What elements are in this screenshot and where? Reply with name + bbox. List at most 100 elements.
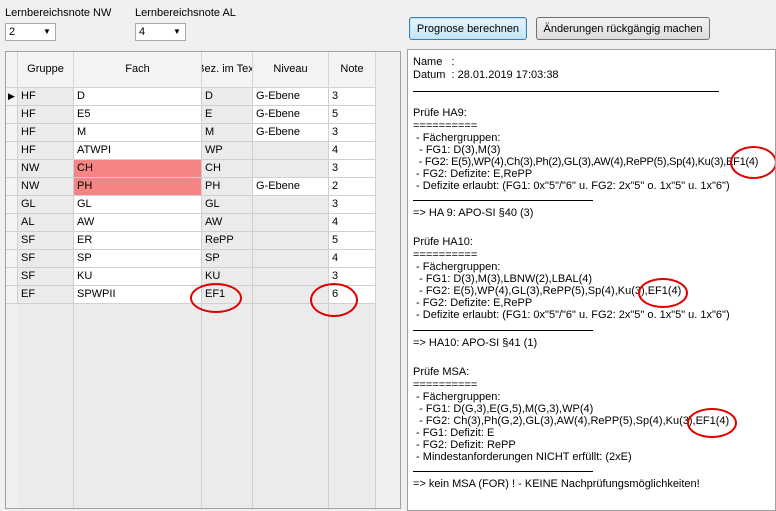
cell-note[interactable]: 3 [329,124,376,142]
row-selector[interactable] [6,250,18,268]
cell-bez[interactable]: M [202,124,253,142]
cell-gruppe[interactable]: HF [18,106,74,124]
ha10-result: => HA10: APO-SI §41 (1) [413,337,538,349]
cell-niveau[interactable]: G-Ebene [253,124,329,142]
cell-fach[interactable]: E5 [74,106,202,124]
cell-fach[interactable]: ATWPI [74,142,202,160]
cell-niveau[interactable] [253,232,329,250]
cell-note[interactable]: 4 [329,214,376,232]
cell-niveau[interactable] [253,250,329,268]
cell-note[interactable]: 3 [329,160,376,178]
cell-bez[interactable]: CH [202,160,253,178]
divider [413,471,593,472]
cell-note[interactable]: 2 [329,178,376,196]
cell-bez[interactable]: RePP [202,232,253,250]
msa-result: => kein MSA (FOR) ! - KEINE Nachprüfungs… [413,478,700,490]
grades-table[interactable]: Gruppe Fach Bez. im Text Niveau Note ▶HF… [5,51,401,509]
row-selector[interactable] [6,214,18,232]
row-selector[interactable] [6,178,18,196]
cell-gruppe[interactable]: HF [18,124,74,142]
cell-niveau[interactable] [253,214,329,232]
cell-fach[interactable]: GL [74,196,202,214]
row-selector[interactable] [6,268,18,286]
al-filter-value: 4 [139,26,146,38]
divider [413,330,593,331]
row-selector[interactable] [6,124,18,142]
prognose-button[interactable]: Prognose berechnen [409,17,527,40]
cell-fach[interactable]: AW [74,214,202,232]
empty-col-bez [202,304,253,508]
cell-gruppe[interactable]: SF [18,232,74,250]
cell-bez[interactable]: SP [202,250,253,268]
cell-niveau[interactable]: G-Ebene [253,106,329,124]
header-bez[interactable]: Bez. im Text [202,52,253,88]
cell-niveau[interactable] [253,142,329,160]
cell-note[interactable]: 5 [329,232,376,250]
header-note[interactable]: Note [329,52,376,88]
row-selector-header [6,52,18,88]
nw-filter-select[interactable]: 2 ▼ [5,23,56,41]
cell-bez[interactable]: AW [202,214,253,232]
cell-note[interactable]: 3 [329,88,376,106]
cell-gruppe[interactable]: SF [18,250,74,268]
row-selector[interactable]: ▶ [6,88,18,106]
header-fach[interactable]: Fach [74,52,202,88]
cell-bez[interactable]: D [202,88,253,106]
cell-fach[interactable]: SP [74,250,202,268]
current-row-icon: ▶ [8,91,15,101]
empty-col-gruppe [18,304,74,508]
ha9-title: Prüfe HA9: [413,107,467,119]
header-gruppe[interactable]: Gruppe [18,52,74,88]
cell-niveau[interactable] [253,196,329,214]
annotation-oval [190,283,242,313]
cell-fach[interactable]: CH [74,160,202,178]
cell-gruppe[interactable]: HF [18,142,74,160]
undo-changes-button[interactable]: Änderungen rückgängig machen [536,17,710,40]
row-selector[interactable] [6,232,18,250]
row-selector[interactable] [6,142,18,160]
al-filter-select[interactable]: 4 ▼ [135,23,186,41]
divider [413,91,719,92]
row-selector[interactable] [6,196,18,214]
cell-note[interactable]: 4 [329,142,376,160]
cell-gruppe[interactable]: EF [18,286,74,304]
cell-niveau[interactable]: G-Ebene [253,178,329,196]
row-selector[interactable] [6,160,18,178]
cell-note[interactable]: 4 [329,250,376,268]
divider [413,200,593,201]
cell-bez[interactable]: WP [202,142,253,160]
cell-bez[interactable]: PH [202,178,253,196]
cell-niveau[interactable] [253,268,329,286]
ha10-title: Prüfe HA10: [413,236,473,248]
cell-gruppe[interactable]: NW [18,178,74,196]
ha9-line: - Defizite erlaubt: (FG1: 0x"5"/"6" u. F… [413,180,730,192]
chevron-down-icon[interactable]: ▼ [40,25,54,39]
report-output[interactable]: Name : Datum : 28.01.2019 17:03:38 Prüfe… [407,49,776,511]
annotation-oval [730,146,775,179]
row-selector[interactable] [6,286,18,304]
cell-bez[interactable]: GL [202,196,253,214]
cell-fach[interactable]: SPWPII [74,286,202,304]
cell-fach[interactable]: PH [74,178,202,196]
chevron-down-icon[interactable]: ▼ [170,25,184,39]
cell-gruppe[interactable]: GL [18,196,74,214]
cell-niveau[interactable] [253,160,329,178]
cell-gruppe[interactable]: SF [18,268,74,286]
header-niveau[interactable]: Niveau [253,52,329,88]
cell-gruppe[interactable]: AL [18,214,74,232]
cell-fach[interactable]: KU [74,268,202,286]
cell-gruppe[interactable]: HF [18,88,74,106]
cell-niveau[interactable]: G-Ebene [253,88,329,106]
cell-note[interactable]: 3 [329,196,376,214]
cell-gruppe[interactable]: NW [18,160,74,178]
cell-note[interactable]: 5 [329,106,376,124]
cell-bez[interactable]: E [202,106,253,124]
row-selector[interactable] [6,106,18,124]
report-datum: Datum : 28.01.2019 17:03:38 [413,69,559,81]
cell-fach[interactable]: ER [74,232,202,250]
cell-fach[interactable]: M [74,124,202,142]
annotation-oval [638,278,688,308]
cell-fach[interactable]: D [74,88,202,106]
msa-title: Prüfe MSA: [413,366,470,378]
annotation-oval [687,408,737,438]
